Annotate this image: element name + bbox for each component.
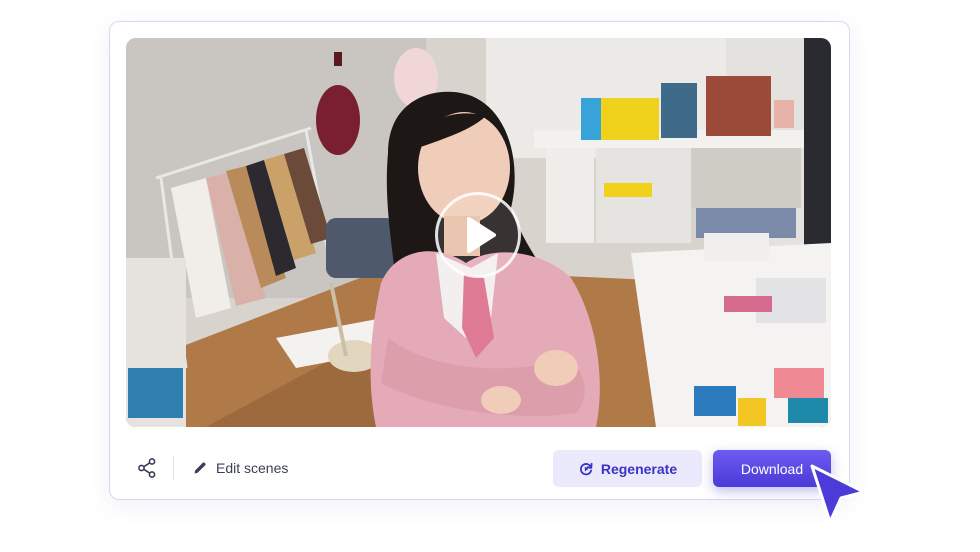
video-toolbar: Edit scenes Regenerate Download xyxy=(126,446,831,490)
pencil-icon xyxy=(194,462,206,474)
edit-scenes-label: Edit scenes xyxy=(216,460,289,476)
play-button[interactable] xyxy=(435,192,521,278)
mouse-pointer-icon xyxy=(810,464,866,524)
video-preview[interactable] xyxy=(126,38,831,427)
regenerate-button[interactable]: Regenerate xyxy=(553,450,702,487)
share-icon xyxy=(138,458,156,478)
edit-scenes-button[interactable]: Edit scenes xyxy=(192,455,288,481)
regenerate-label: Regenerate xyxy=(600,460,678,477)
toolbar-divider xyxy=(173,456,174,480)
download-label: Download xyxy=(740,460,804,477)
share-button[interactable] xyxy=(134,455,160,481)
play-icon xyxy=(467,217,496,253)
refresh-icon xyxy=(579,462,593,475)
